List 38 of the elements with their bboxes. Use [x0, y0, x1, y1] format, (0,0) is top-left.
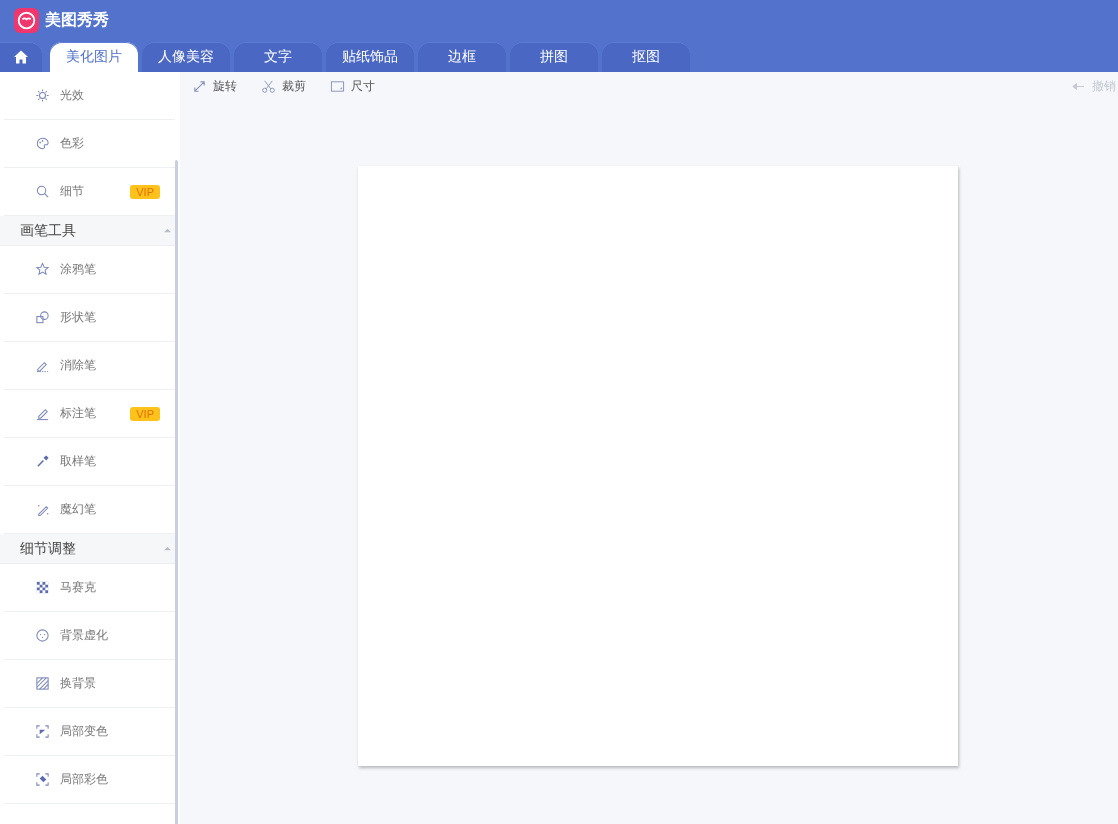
tab[interactable]: 美化图片: [50, 42, 138, 72]
section-title: 细节调整: [20, 539, 76, 558]
section-title: 画笔工具: [20, 221, 76, 240]
section-header[interactable]: 细节调整: [0, 534, 175, 564]
vip-badge: VIP: [130, 406, 160, 421]
dropper-icon: [35, 454, 50, 469]
hatched-frame-icon: [35, 676, 50, 691]
palette-icon: [35, 136, 50, 151]
sun-icon: [35, 88, 50, 103]
scissors-icon: [261, 78, 276, 94]
pencil-icon: [35, 406, 50, 421]
tab[interactable]: 边框: [418, 42, 506, 72]
home-icon: [13, 49, 29, 65]
toolbar-button[interactable]: 尺寸: [330, 77, 387, 95]
blur-circle-icon: [35, 628, 50, 643]
shapes-icon: [35, 310, 50, 325]
tab[interactable]: 拼图: [510, 42, 598, 72]
home-tab[interactable]: [0, 42, 42, 72]
tab[interactable]: 贴纸饰品: [326, 42, 414, 72]
resize-arrow-icon: [192, 78, 207, 94]
vip-badge: VIP: [130, 184, 160, 199]
app-title: 美图秀秀: [45, 9, 109, 30]
tab[interactable]: 文字: [234, 42, 322, 72]
toolbar-button[interactable]: 旋转: [192, 77, 249, 95]
frame-icon: [330, 78, 345, 94]
tab[interactable]: 人像美容: [142, 42, 230, 72]
checkerboard-icon: [35, 580, 50, 595]
brackets-bucket-icon: [35, 772, 50, 787]
star-icon: [35, 262, 50, 277]
tab[interactable]: 抠图: [602, 42, 690, 72]
magnifier-icon: [35, 184, 50, 199]
scrollbar-thumb[interactable]: [175, 160, 178, 824]
magic-pen-icon: [35, 502, 50, 517]
logo-icon: [14, 7, 39, 33]
sidebar-item[interactable]: 标注笔 VIP: [4, 390, 175, 438]
brackets-image-icon: [35, 724, 50, 739]
section-header[interactable]: 画笔工具: [0, 216, 175, 246]
toolbar-button[interactable]: 裁剪: [261, 77, 318, 95]
